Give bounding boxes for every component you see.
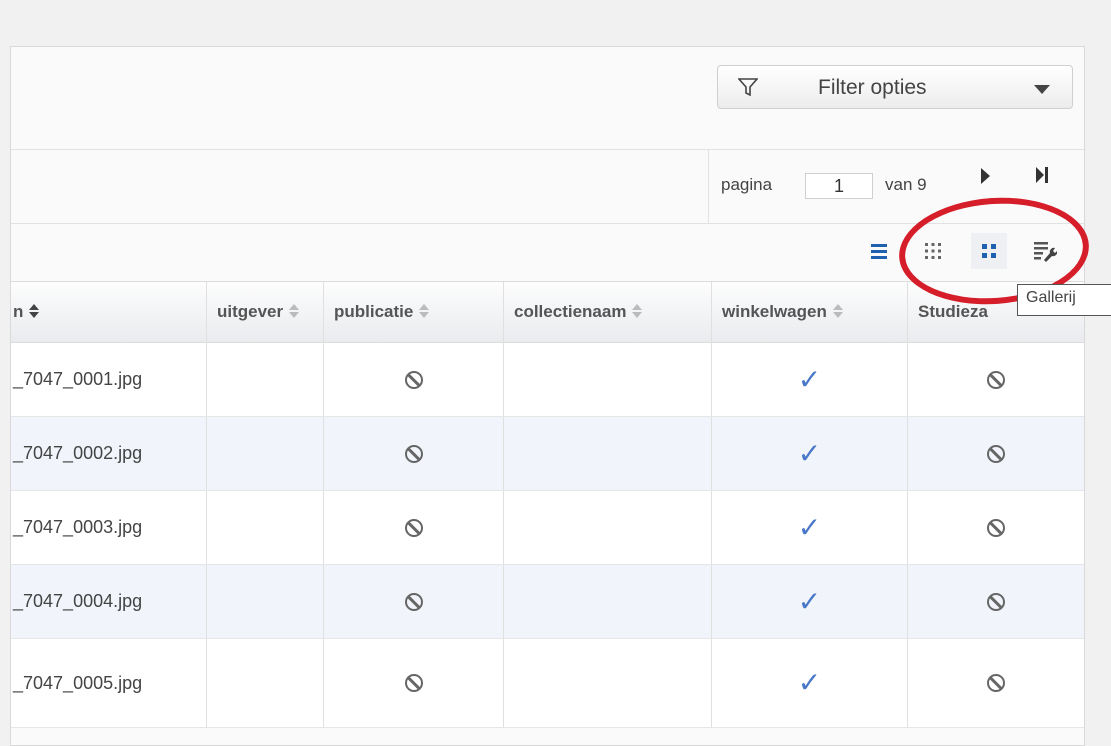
- uitgever-cell: [207, 565, 324, 638]
- filename-cell: _7047_0002.jpg: [11, 417, 207, 490]
- uitgever-cell: [207, 417, 324, 490]
- winkelwagen-cell: ✓: [712, 639, 908, 727]
- studiezaal-cell: [908, 491, 1084, 564]
- table-row[interactable]: _7047_0002.jpg ✓: [11, 417, 1084, 491]
- next-page-icon[interactable]: [981, 168, 990, 184]
- studiezaal-cell: [908, 343, 1084, 416]
- table-header: n uitgever publicatie collectienaam wink…: [11, 281, 1084, 343]
- sort-icon: [419, 304, 430, 318]
- ban-icon: [404, 592, 423, 611]
- filter-options-label: Filter opties: [818, 76, 927, 99]
- collectienaam-cell: [504, 491, 712, 564]
- ban-icon: [987, 444, 1005, 463]
- pager-bar: pagina van 9: [11, 149, 1084, 224]
- page-number-input[interactable]: [805, 173, 873, 199]
- sort-icon: [632, 304, 643, 318]
- winkelwagen-cell: ✓: [712, 491, 908, 564]
- ban-icon: [987, 370, 1005, 389]
- ban-icon: [404, 674, 423, 692]
- check-icon: ✓: [797, 584, 822, 618]
- tooltip: Gallerij: [1017, 284, 1111, 316]
- funnel-icon: [738, 78, 758, 97]
- studiezaal-cell: [908, 417, 1084, 490]
- chevron-down-icon: [1034, 85, 1050, 94]
- column-header-winkelwagen[interactable]: winkelwagen: [712, 282, 908, 342]
- collectienaam-cell: [504, 417, 712, 490]
- list-view-icon: [871, 244, 887, 259]
- collectienaam-cell: [504, 565, 712, 638]
- collectienaam-cell: [504, 639, 712, 727]
- filename-cell: _7047_0003.jpg: [11, 491, 207, 564]
- publicatie-cell: [324, 639, 504, 727]
- column-header-bestandsnaam[interactable]: n: [11, 282, 207, 342]
- filename-cell: _7047_0004.jpg: [11, 565, 207, 638]
- ban-icon: [987, 674, 1005, 692]
- column-header-publicatie[interactable]: publicatie: [324, 282, 504, 342]
- winkelwagen-cell: ✓: [712, 417, 908, 490]
- check-icon: ✓: [797, 362, 822, 396]
- filter-bar: Filter opties: [11, 47, 1084, 150]
- uitgever-cell: [207, 343, 324, 416]
- table-row[interactable]: _7047_0005.jpg ✓: [11, 639, 1084, 728]
- last-page-icon[interactable]: [1036, 167, 1050, 183]
- publicatie-cell: [324, 491, 504, 564]
- table-row[interactable]: _7047_0001.jpg ✓: [11, 343, 1084, 417]
- ban-icon: [404, 370, 423, 389]
- page-label: pagina: [721, 175, 773, 194]
- column-header-uitgever[interactable]: uitgever: [207, 282, 324, 342]
- winkelwagen-cell: ✓: [712, 343, 908, 416]
- gallery-panel: Filter opties pagina van 9: [10, 46, 1085, 746]
- sort-icon: [832, 304, 843, 318]
- check-icon: ✓: [797, 510, 822, 544]
- studiezaal-cell: [908, 565, 1084, 638]
- page-count-label: van 9: [885, 175, 927, 194]
- ban-icon: [987, 592, 1005, 611]
- ban-icon: [404, 444, 423, 463]
- filename-cell: _7047_0005.jpg: [11, 639, 207, 727]
- gallery-table: n uitgever publicatie collectienaam wink…: [11, 281, 1084, 728]
- check-icon: ✓: [797, 666, 822, 699]
- list-view-button[interactable]: [861, 233, 897, 269]
- publicatie-cell: [324, 417, 504, 490]
- studiezaal-cell: [908, 639, 1084, 727]
- column-header-collectienaam[interactable]: collectienaam: [504, 282, 712, 342]
- ban-icon: [404, 518, 423, 537]
- filename-cell: _7047_0001.jpg: [11, 343, 207, 416]
- check-icon: ✓: [797, 436, 822, 470]
- filter-options-button[interactable]: Filter opties: [717, 65, 1073, 109]
- winkelwagen-cell: ✓: [712, 565, 908, 638]
- sort-icon: [29, 304, 40, 318]
- sort-icon: [289, 304, 300, 318]
- publicatie-cell: [324, 343, 504, 416]
- table-row[interactable]: _7047_0003.jpg ✓: [11, 491, 1084, 565]
- publicatie-cell: [324, 565, 504, 638]
- uitgever-cell: [207, 491, 324, 564]
- ban-icon: [987, 518, 1005, 537]
- table-row[interactable]: _7047_0004.jpg ✓: [11, 565, 1084, 639]
- collectienaam-cell: [504, 343, 712, 416]
- uitgever-cell: [207, 639, 324, 727]
